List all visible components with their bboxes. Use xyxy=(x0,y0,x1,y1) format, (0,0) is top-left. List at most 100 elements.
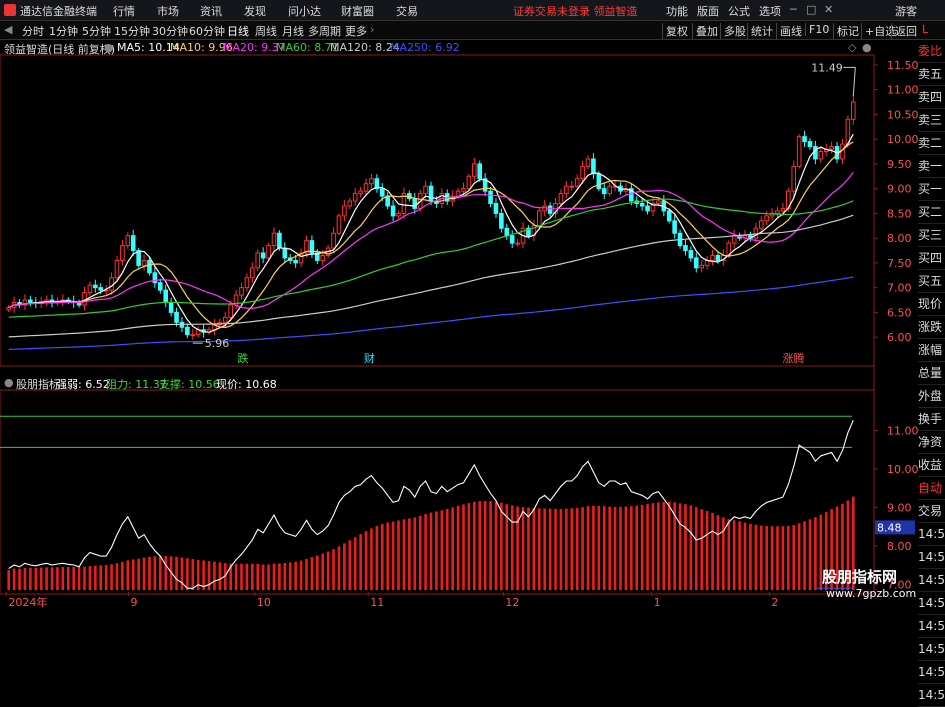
strength-bar xyxy=(348,540,352,591)
strength-bar xyxy=(272,563,276,591)
strength-bar xyxy=(104,564,108,591)
strength-bar xyxy=(397,520,400,591)
ma10-line xyxy=(8,141,854,329)
sidebar-item[interactable]: 14:56 xyxy=(918,569,945,592)
strength-bar xyxy=(251,563,254,591)
sidebar-item[interactable]: 14:56 xyxy=(918,592,945,615)
strength-bar xyxy=(191,559,195,591)
strength-bar xyxy=(651,503,655,591)
sidebar-item[interactable]: 交易 xyxy=(918,500,945,523)
strength-bar xyxy=(278,563,281,591)
candle-up xyxy=(455,190,461,197)
sidebar-item[interactable]: 14:56 xyxy=(918,615,945,638)
indicator-chart[interactable] xyxy=(0,415,855,591)
candle-up xyxy=(796,136,802,167)
sidebar-item[interactable]: 自动 xyxy=(918,477,945,500)
sidebar-item[interactable]: 买五 xyxy=(918,270,945,293)
sidebar-item[interactable]: 卖五 xyxy=(918,63,945,86)
sidebar-item[interactable]: 买二 xyxy=(918,201,945,224)
strength-bar xyxy=(321,553,325,591)
strength-bar xyxy=(83,566,86,591)
candle-down xyxy=(547,205,553,214)
strength-bar xyxy=(635,505,639,591)
strength-bar xyxy=(240,563,243,591)
strength-bar xyxy=(256,564,260,591)
candle-up xyxy=(347,200,353,207)
sidebar-item[interactable]: 买一 xyxy=(918,178,945,201)
strength-bar xyxy=(646,504,649,591)
sidebar-item[interactable]: 涨跌 xyxy=(918,316,945,339)
sidebar-item[interactable]: 外盘 xyxy=(918,385,945,408)
sidebar-item[interactable]: 净资 xyxy=(918,431,945,454)
sidebar-item[interactable]: 14:56 xyxy=(918,638,945,661)
strength-bar xyxy=(364,531,368,591)
candle-down xyxy=(157,282,163,291)
sidebar-item[interactable]: 委比 xyxy=(918,40,945,63)
strength-bar xyxy=(678,503,682,591)
strength-bar xyxy=(34,567,38,591)
candle-up xyxy=(255,252,261,269)
sidebar-item[interactable]: 14:56 xyxy=(918,546,945,569)
strength-bar xyxy=(164,556,168,591)
main-frame xyxy=(0,54,875,367)
x-tick-label: 2 xyxy=(771,596,778,609)
x-tick-label: 9 xyxy=(130,596,137,609)
y-tick-label: 9.50 xyxy=(887,158,912,171)
sidebar-item[interactable]: 总量 xyxy=(918,362,945,385)
y-tick-label: 7.50 xyxy=(887,257,912,270)
ind-y-tick-label: 11.00 xyxy=(887,424,919,437)
sidebar-item[interactable]: 卖二 xyxy=(918,132,945,155)
strength-bar xyxy=(126,560,130,591)
strength-bar xyxy=(478,501,482,591)
candle-up xyxy=(352,193,358,202)
sidebar-item[interactable]: 涨幅 xyxy=(918,339,945,362)
candle-down xyxy=(277,232,282,249)
event-mark: 财 xyxy=(364,351,375,365)
strength-bar xyxy=(391,521,395,591)
sidebar-item[interactable]: 14:56 xyxy=(918,523,945,546)
quote-sidebar: 委比 卖五 卖四 卖三 卖二 卖一 买一 买二 买三 买四 买五 现价 涨跌 涨幅 总量 外盘 换手 净资 收益 自动… xyxy=(918,40,945,707)
indicator-options-icon[interactable]: ● xyxy=(4,376,14,389)
strength-bar xyxy=(370,528,373,591)
candle-down xyxy=(163,289,169,303)
sidebar-item[interactable]: 卖四 xyxy=(918,86,945,109)
strength-bar xyxy=(158,556,162,591)
strength-bar xyxy=(759,525,763,591)
strength-bar xyxy=(456,505,460,591)
candle-up xyxy=(369,178,374,185)
sidebar-item[interactable]: 换手 xyxy=(918,408,945,431)
sidebar-item[interactable]: 买四 xyxy=(918,247,945,270)
indicator-title[interactable]: 股朋指标 xyxy=(16,376,60,392)
candle-down xyxy=(28,299,33,303)
candle-down xyxy=(412,198,418,209)
candle-down xyxy=(672,220,677,234)
sidebar-item[interactable]: 14:56 xyxy=(918,684,945,707)
sidebar-item[interactable]: 买三 xyxy=(918,224,945,247)
strength-bar xyxy=(776,526,779,591)
chart-canvas[interactable]: 11.49 5.96 跌 财 涨腾 11.50 11.00 10.50 10.00 9.50 9.… xyxy=(0,0,945,609)
strength-bar xyxy=(667,501,671,591)
candlestick-chart[interactable]: 11.49 5.96 跌 财 涨腾 xyxy=(6,61,856,365)
candle-up xyxy=(829,146,834,150)
candle-down xyxy=(693,257,699,269)
sidebar-item[interactable]: 现价 xyxy=(918,293,945,316)
strength-bar xyxy=(234,563,238,591)
strength-bar xyxy=(494,501,498,591)
candle-down xyxy=(688,250,694,259)
sidebar-item[interactable]: 收益 xyxy=(918,454,945,477)
candle-up xyxy=(472,163,477,177)
strength-bar xyxy=(380,524,384,591)
ma5-line xyxy=(8,133,854,333)
candle-up xyxy=(82,292,87,306)
strength-bar xyxy=(570,508,574,591)
strength-bar xyxy=(435,511,438,591)
candle-down xyxy=(666,210,672,222)
candle-up xyxy=(574,178,580,187)
x-tick-label: 12 xyxy=(505,596,519,609)
strength-bar xyxy=(402,519,406,591)
candle-up xyxy=(358,190,363,195)
sidebar-item[interactable]: 卖三 xyxy=(918,109,945,132)
sidebar-item[interactable]: 14:56 xyxy=(918,661,945,684)
sidebar-item[interactable]: 卖一 xyxy=(918,155,945,178)
readout-zhicheng: 支撑: 10.56 xyxy=(159,378,220,391)
